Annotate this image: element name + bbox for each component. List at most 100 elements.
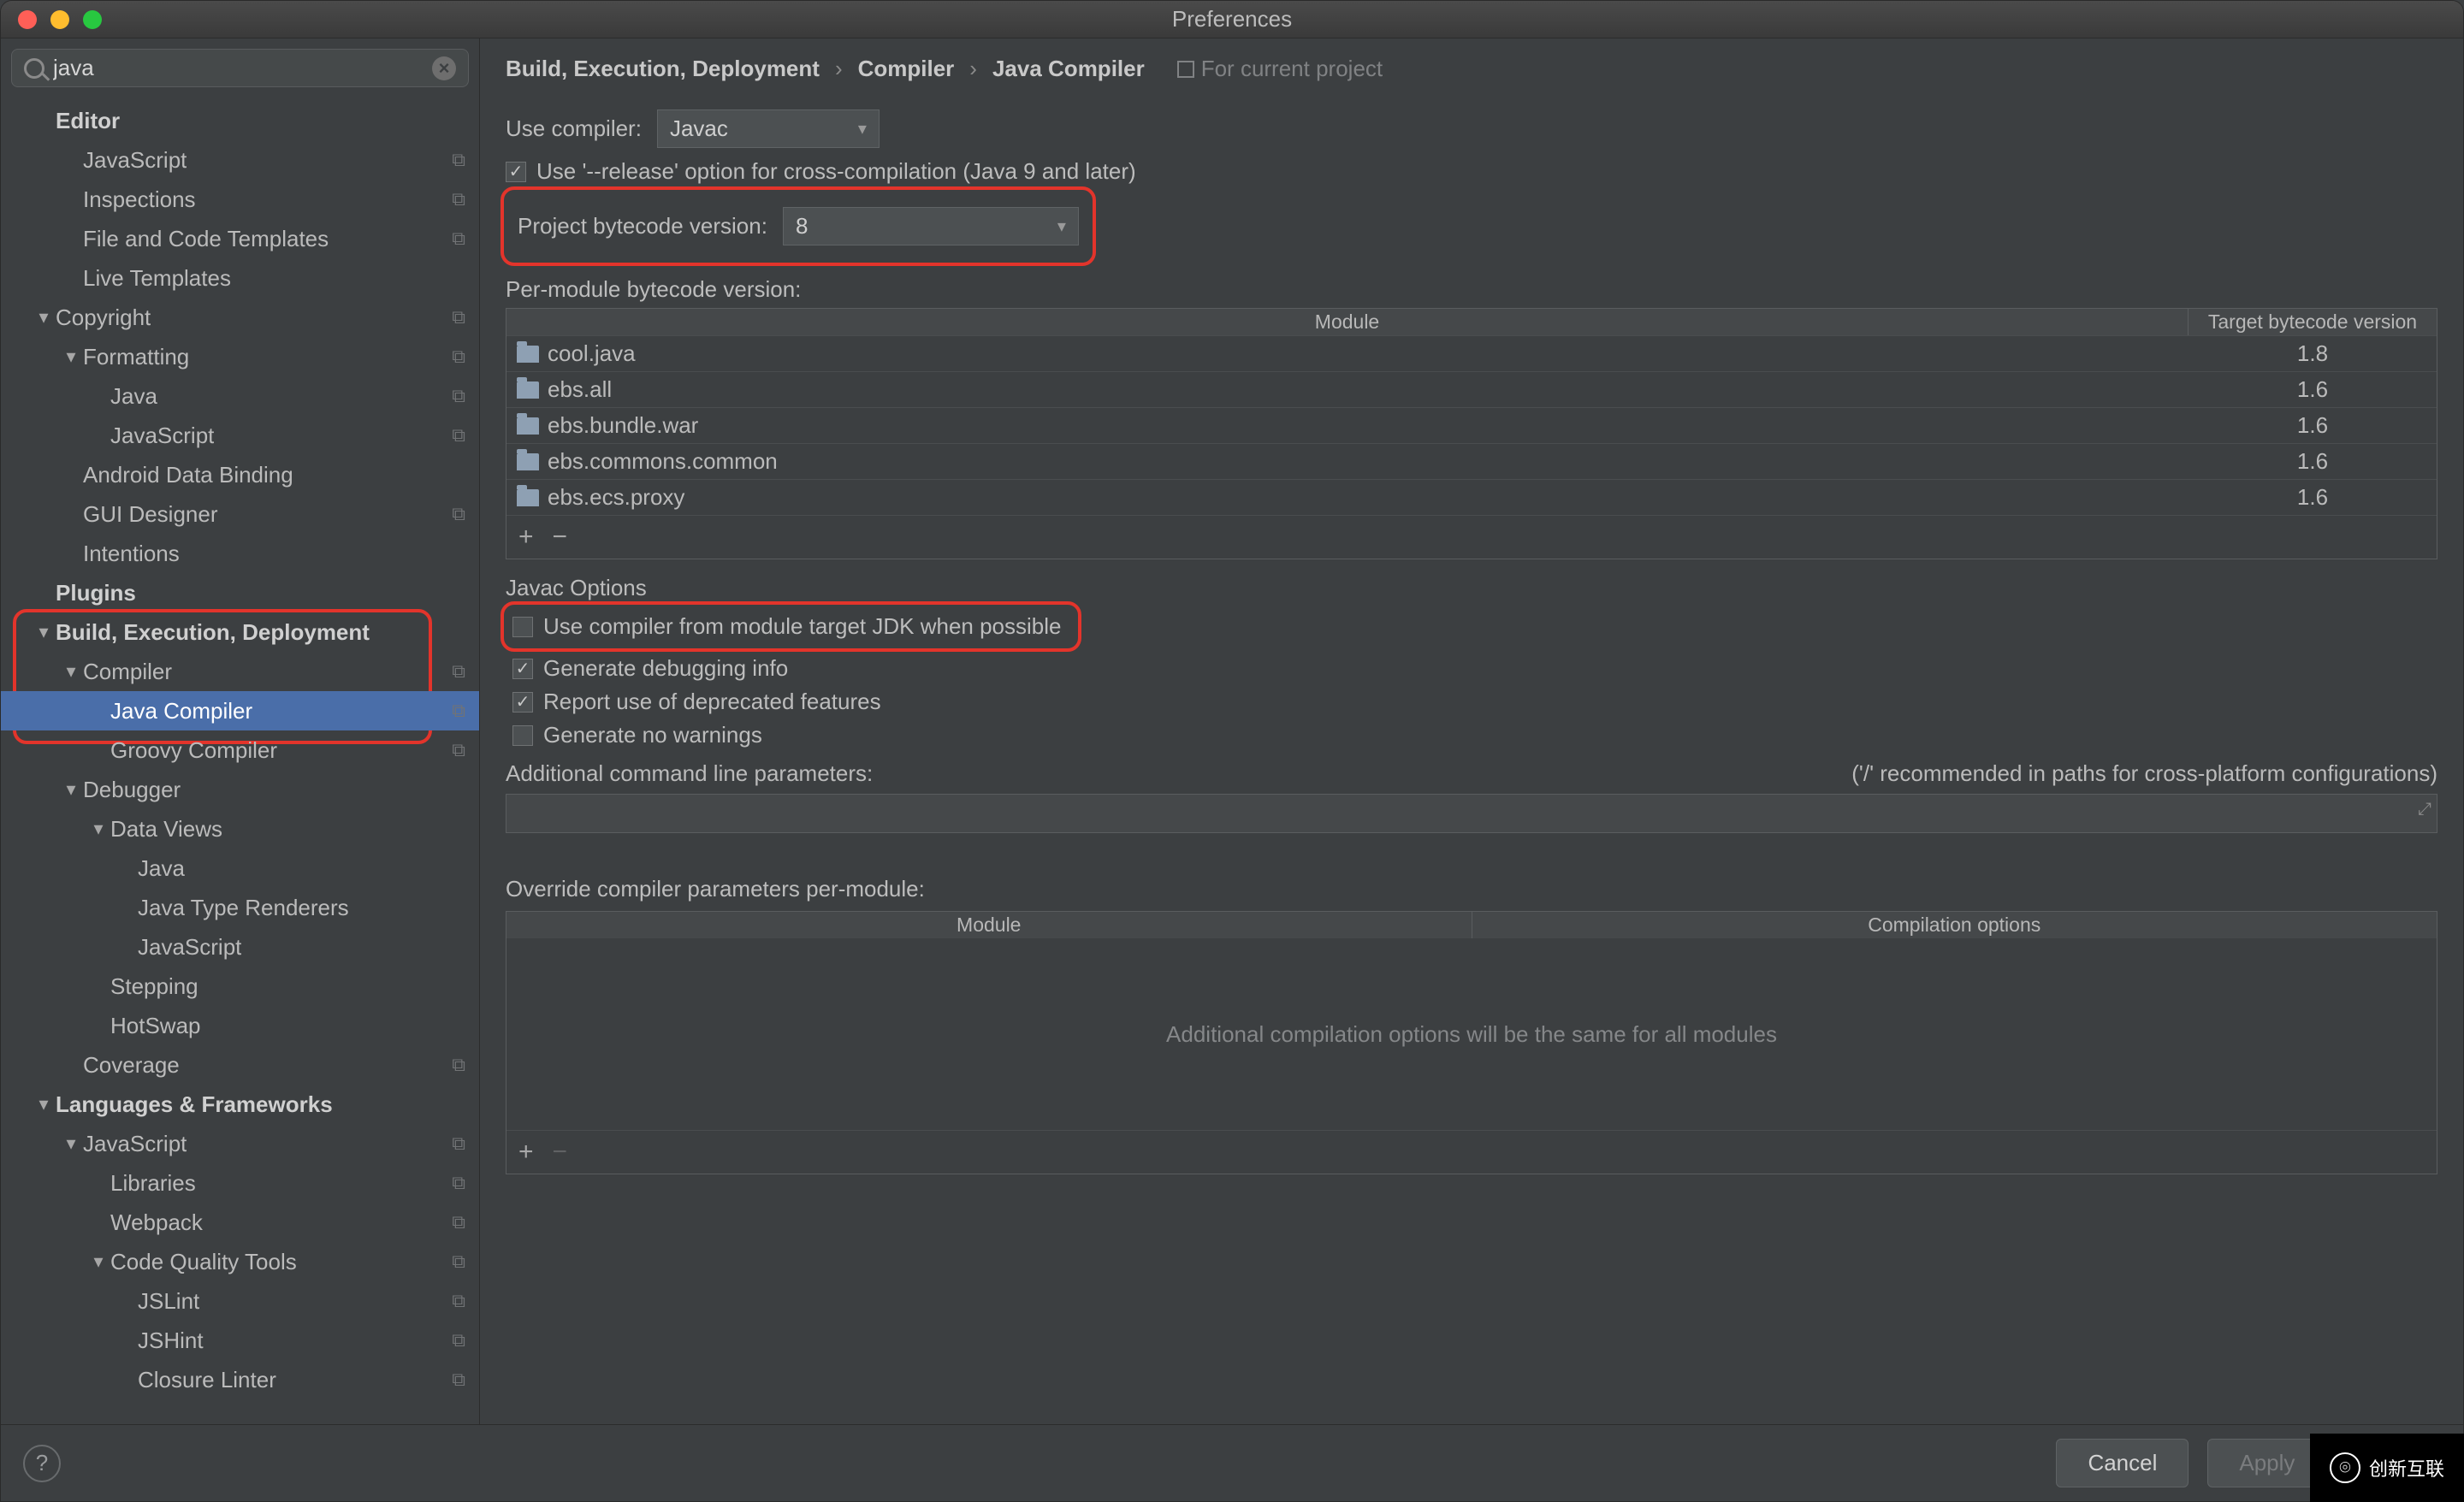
search-input[interactable] [53,55,424,81]
tree-item[interactable]: JSLint⧉ [1,1281,479,1321]
settings-sidebar: × EditorJavaScript⧉Inspections⧉File and … [1,38,480,1424]
remove-module-button[interactable]: − [553,523,568,552]
apply-button[interactable]: Apply [2207,1439,2326,1487]
module-row[interactable]: ebs.all1.6 [506,371,2437,407]
cancel-button[interactable]: Cancel [2056,1439,2189,1487]
tree-item-label: Android Data Binding [83,462,293,488]
target-version-cell[interactable]: 1.6 [2189,412,2437,439]
add-override-button[interactable]: + [518,1138,534,1167]
tree-item[interactable]: Stepping [1,967,479,1006]
tree-item[interactable]: ▾Formatting⧉ [1,337,479,376]
tree-item-label: Intentions [83,541,180,567]
watermark: ⌾ 创新互联 [2310,1434,2464,1502]
tree-item[interactable]: ▾Data Views [1,809,479,849]
add-module-button[interactable]: + [518,523,534,552]
tree-item[interactable]: GUI Designer⧉ [1,494,479,534]
tree-item-label: JSLint [138,1288,199,1315]
settings-tree[interactable]: EditorJavaScript⧉Inspections⧉File and Co… [1,98,479,1424]
search-field[interactable]: × [11,49,469,87]
debug-info-checkbox[interactable]: Generate debugging info [512,655,2437,682]
chevron-icon: ▾ [62,1132,80,1155]
module-name: ebs.bundle.war [548,412,698,439]
minimize-window-button[interactable] [50,10,69,29]
module-row[interactable]: ebs.commons.common 1.6 [506,443,2437,479]
folder-icon [517,346,539,363]
target-version-cell[interactable]: 1.6 [2189,448,2437,475]
tree-item[interactable]: Java Compiler⧉ [1,691,479,730]
tree-item-label: Coverage [83,1052,180,1079]
module-column-header[interactable]: Module [506,309,2189,335]
tree-item[interactable]: ▾Debugger [1,770,479,809]
module-row[interactable]: ebs.ecs.proxy1.6 [506,479,2437,515]
tree-item[interactable]: ▾JavaScript⧉ [1,1124,479,1163]
tree-item[interactable]: File and Code Templates⧉ [1,219,479,258]
tree-item[interactable]: JavaScript⧉ [1,140,479,180]
tree-item[interactable]: ▾Compiler⧉ [1,652,479,691]
clear-search-icon[interactable]: × [432,56,456,80]
close-window-button[interactable] [18,10,37,29]
target-jdk-checkbox[interactable]: Use compiler from module target JDK when… [512,613,1061,640]
bytecode-version-select[interactable]: 8▾ [783,207,1079,245]
folder-icon [517,381,539,399]
override-module-header[interactable]: Module [506,912,1472,938]
use-compiler-select[interactable]: Javac▾ [657,109,880,148]
help-button[interactable]: ? [23,1445,61,1482]
target-version-cell[interactable]: 1.6 [2189,376,2437,403]
tree-item[interactable]: HotSwap [1,1006,479,1045]
tree-item[interactable]: JSHint⧉ [1,1321,479,1360]
target-version-cell[interactable]: 1.8 [2189,340,2437,367]
javac-options-header: Javac Options [506,575,2437,601]
override-label: Override compiler parameters per-module: [506,876,2437,902]
tree-item[interactable]: Closure Linter⧉ [1,1360,479,1399]
project-scope-icon: ⧉ [452,228,465,250]
module-row[interactable]: cool.java1.8 [506,335,2437,371]
tree-item[interactable]: ▾Copyright⧉ [1,298,479,337]
override-options-header[interactable]: Compilation options [1472,912,2437,938]
tree-item[interactable]: Android Data Binding [1,455,479,494]
tree-item[interactable]: JavaScript⧉ [1,416,479,455]
tree-item[interactable]: Plugins [1,573,479,612]
project-scope-icon: ⧉ [452,424,465,446]
params-input[interactable]: ⤢ [506,794,2437,833]
tree-item[interactable]: Java Type Renderers [1,888,479,927]
tree-item[interactable]: Webpack⧉ [1,1203,479,1242]
watermark-logo-icon: ⌾ [2330,1452,2360,1483]
tree-item-label: JavaScript [83,147,187,174]
crumb-1[interactable]: Compiler [858,56,955,82]
target-version-cell[interactable]: 1.6 [2189,484,2437,511]
tree-item[interactable]: Editor [1,101,479,140]
per-module-label: Per-module bytecode version: [506,276,2437,303]
use-compiler-label: Use compiler: [506,115,642,142]
tree-item-label: GUI Designer [83,501,218,528]
tree-item[interactable]: ▾Build, Execution, Deployment [1,612,479,652]
crumb-0[interactable]: Build, Execution, Deployment [506,56,820,82]
tree-item[interactable]: ▾Languages & Frameworks [1,1085,479,1124]
project-scope-icon: ⧉ [452,1132,465,1155]
tree-item[interactable]: Libraries⧉ [1,1163,479,1203]
target-column-header[interactable]: Target bytecode version [2189,309,2437,335]
expand-icon[interactable]: ⤢ [2418,800,2431,819]
tree-item[interactable]: JavaScript [1,927,479,967]
tree-item[interactable]: Java [1,849,479,888]
bytecode-version-label: Project bytecode version: [518,213,767,239]
tree-item[interactable]: Coverage⧉ [1,1045,479,1085]
tree-item[interactable]: Inspections⧉ [1,180,479,219]
module-name: ebs.commons.common [548,448,778,475]
no-warnings-checkbox[interactable]: Generate no warnings [512,722,2437,748]
tree-item[interactable]: Intentions [1,534,479,573]
titlebar: Preferences [1,1,2463,38]
project-scope-icon: ⧉ [452,1369,465,1391]
tree-item[interactable]: Groovy Compiler⧉ [1,730,479,770]
zoom-window-button[interactable] [83,10,102,29]
folder-icon [517,489,539,506]
tree-item[interactable]: ▾Code Quality Tools⧉ [1,1242,479,1281]
projects-icon [1177,61,1194,78]
tree-item-label: Java [138,855,185,882]
module-row[interactable]: ebs.bundle.war 1.6 [506,407,2437,443]
checkbox-icon [506,162,526,182]
release-option-checkbox[interactable]: Use '--release' option for cross-compila… [506,158,2437,185]
deprecated-checkbox[interactable]: Report use of deprecated features [512,689,2437,715]
tree-item[interactable]: Live Templates [1,258,479,298]
tree-item[interactable]: Java⧉ [1,376,479,416]
project-scope-icon: ⧉ [452,188,465,210]
